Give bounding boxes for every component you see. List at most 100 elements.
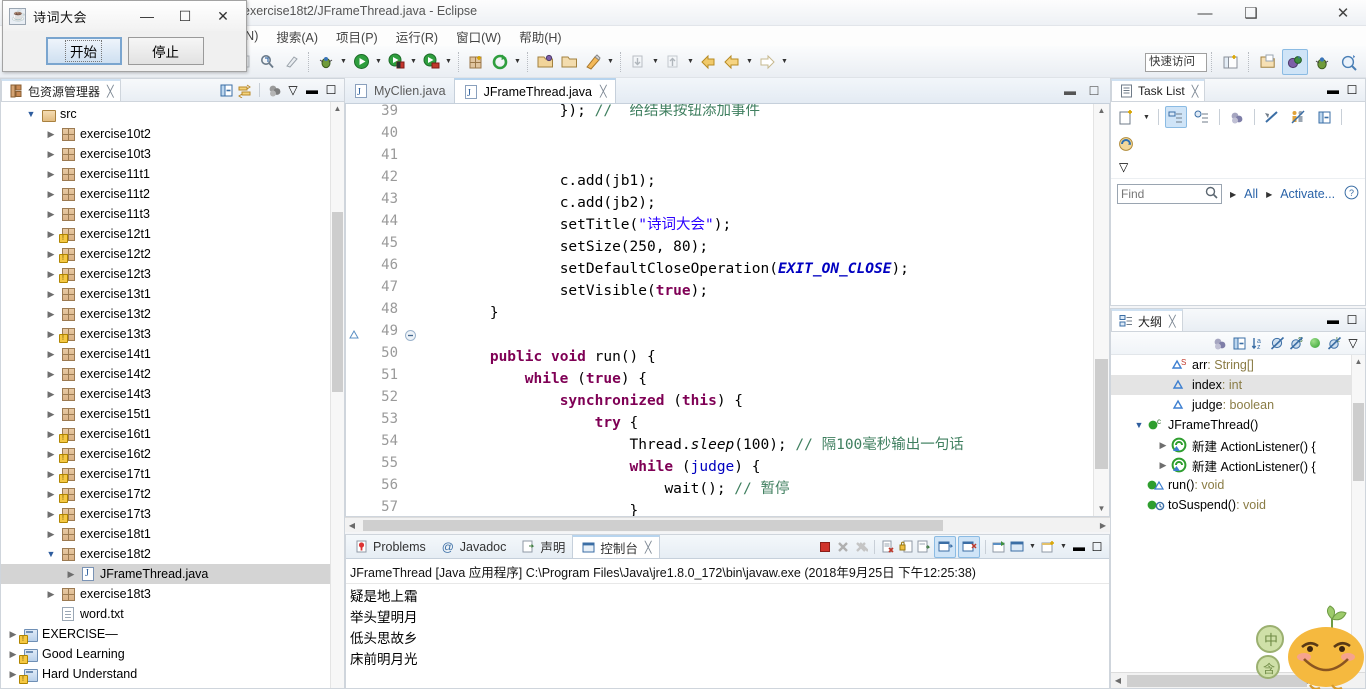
tree-row[interactable]: ▶! exercise13t3 bbox=[1, 324, 344, 344]
tree-row[interactable]: ▶ JFrameThread.java bbox=[1, 564, 344, 584]
show-console-on-output-icon[interactable] bbox=[934, 535, 956, 558]
tree-row[interactable]: ▶ exercise18t1 bbox=[1, 524, 344, 544]
menu-item-window[interactable]: 窗口(W) bbox=[447, 27, 510, 46]
collapse-all-icon[interactable] bbox=[1231, 335, 1247, 351]
synchronize-icon[interactable] bbox=[1115, 133, 1137, 155]
back-dropdown-icon[interactable]: ▼ bbox=[744, 50, 755, 74]
remove-launch-icon[interactable] bbox=[835, 539, 851, 555]
help-icon[interactable]: ? bbox=[1344, 185, 1359, 203]
scroll-lock-icon[interactable] bbox=[898, 539, 914, 555]
new-task-dropdown-icon[interactable]: ▼ bbox=[1141, 105, 1152, 129]
maximize-editor-icon[interactable]: ☐ bbox=[1086, 83, 1102, 99]
prev-annotation-icon[interactable] bbox=[661, 50, 685, 74]
pin-console-icon[interactable] bbox=[991, 539, 1007, 555]
collapse-all-icon[interactable] bbox=[1313, 106, 1335, 128]
chevron-right-icon[interactable]: ▶ bbox=[43, 184, 59, 204]
minimize-view-icon[interactable]: ▬ bbox=[1325, 312, 1341, 328]
chevron-right-icon[interactable]: ▶ bbox=[43, 484, 59, 504]
activate-expand-icon[interactable]: ▶ bbox=[1266, 190, 1272, 199]
scroll-left-icon[interactable]: ◀ bbox=[345, 518, 359, 533]
editor-horizontal-scrollbar[interactable]: ◀ ▶ bbox=[345, 517, 1110, 532]
stop-button[interactable]: 停止 bbox=[127, 37, 204, 65]
focus-on-workweek-icon[interactable] bbox=[1261, 106, 1283, 128]
scroll-down-icon[interactable]: ▼ bbox=[1352, 658, 1365, 672]
run-external-dropdown-icon[interactable]: ▼ bbox=[408, 50, 419, 74]
minimize-icon[interactable]: — bbox=[128, 8, 166, 24]
show-console-on-error-icon[interactable] bbox=[958, 535, 980, 558]
tree-row[interactable]: ▶ exercise18t3 bbox=[1, 584, 344, 604]
chevron-right-icon[interactable]: ▶ bbox=[43, 424, 59, 444]
chevron-right-icon[interactable]: ▶ bbox=[43, 464, 59, 484]
run-server-icon[interactable] bbox=[419, 50, 443, 74]
tree-row[interactable]: ▶! Hard Understand bbox=[1, 664, 344, 684]
terminate-icon[interactable] bbox=[817, 539, 833, 555]
perspective-debug-icon[interactable] bbox=[1309, 49, 1335, 75]
minimize-icon[interactable]: — bbox=[1182, 0, 1228, 26]
maximize-view-icon[interactable]: ☐ bbox=[1344, 82, 1360, 98]
chevron-right-icon[interactable]: ▶ bbox=[1155, 435, 1171, 455]
minimize-view-icon[interactable]: ▬ bbox=[1071, 539, 1087, 555]
chevron-right-icon[interactable]: ▶ bbox=[43, 244, 59, 264]
next-annotation-dropdown-icon[interactable]: ▼ bbox=[650, 50, 661, 74]
scheduled-mode-icon[interactable] bbox=[1191, 106, 1213, 128]
tree-row[interactable]: ▶ exercise10t3 bbox=[1, 144, 344, 164]
tab-jframethread-java[interactable]: J JFrameThread.java ╳ bbox=[453, 78, 616, 103]
back-history-icon[interactable] bbox=[696, 50, 720, 74]
chevron-right-icon[interactable]: ▶ bbox=[43, 344, 59, 364]
tree-row[interactable]: ▶! exercise16t2 bbox=[1, 444, 344, 464]
filter-expand-icon[interactable]: ▶ bbox=[1230, 190, 1236, 199]
outline-scrollbar[interactable]: ▲ ▼ bbox=[1351, 355, 1365, 672]
close-icon[interactable]: ✕ bbox=[1320, 0, 1366, 26]
scroll-thumb[interactable] bbox=[332, 212, 343, 392]
tab-javadoc[interactable]: @ Javadoc bbox=[433, 535, 514, 558]
start-button[interactable]: 开始 bbox=[45, 37, 122, 65]
maximize-view-icon[interactable]: ☐ bbox=[323, 82, 339, 98]
hide-non-public-icon[interactable] bbox=[1307, 335, 1323, 351]
sort-alphabetically-icon[interactable]: az bbox=[1250, 335, 1266, 351]
chevron-right-icon[interactable]: ▶ bbox=[43, 404, 59, 424]
minimize-editor-icon[interactable]: ▬ bbox=[1062, 83, 1078, 99]
console-output[interactable]: 疑是地上霜 举头望明月 低头思故乡 床前明月光 bbox=[346, 584, 1109, 688]
presentation-icon[interactable] bbox=[1212, 335, 1228, 351]
run-external-icon[interactable] bbox=[384, 50, 408, 74]
close-icon[interactable]: ╳ bbox=[600, 85, 607, 98]
chevron-down-icon[interactable]: ▼ bbox=[23, 104, 39, 124]
search-icon[interactable] bbox=[1205, 186, 1218, 202]
collapse-all-icon[interactable] bbox=[218, 82, 234, 98]
filter-all-link[interactable]: All bbox=[1244, 187, 1258, 201]
chevron-right-icon[interactable]: ▶ bbox=[43, 524, 59, 544]
package-explorer-scrollbar[interactable]: ▲ bbox=[330, 102, 344, 688]
chevron-right-icon[interactable]: ▶ bbox=[43, 304, 59, 324]
view-menu-icon[interactable]: ▽ bbox=[1115, 159, 1361, 175]
fold-collapse-icon[interactable] bbox=[404, 324, 416, 346]
chevron-right-icon[interactable]: ▶ bbox=[43, 384, 59, 404]
chevron-right-icon[interactable]: ▶ bbox=[43, 124, 59, 144]
editor-vertical-scrollbar[interactable]: ▲ ▼ bbox=[1093, 104, 1109, 516]
tree-row[interactable]: ▶ exercise14t3 bbox=[1, 384, 344, 404]
run-dropdown-icon[interactable]: ▼ bbox=[373, 50, 384, 74]
presentation-icon[interactable] bbox=[1226, 106, 1248, 128]
perspective-browser-icon[interactable] bbox=[1336, 49, 1362, 75]
close-icon[interactable]: ╳ bbox=[1169, 315, 1176, 328]
marker-dropdown-icon[interactable]: ▼ bbox=[605, 50, 616, 74]
chevron-right-icon[interactable]: ▶ bbox=[43, 284, 59, 304]
view-menu-filters-icon[interactable] bbox=[266, 82, 282, 98]
menu-item-help[interactable]: 帮助(H) bbox=[510, 27, 570, 46]
tree-row[interactable]: ▶ exercise15t1 bbox=[1, 404, 344, 424]
folding-ruler[interactable] bbox=[404, 104, 416, 516]
new-task-icon[interactable] bbox=[1115, 106, 1137, 128]
tree-row[interactable]: ▶ exercise13t1 bbox=[1, 284, 344, 304]
categorized-mode-icon[interactable] bbox=[1165, 106, 1187, 128]
tree-row[interactable]: ▼ src bbox=[1, 104, 344, 124]
tree-row[interactable]: ▶ exercise10t2 bbox=[1, 124, 344, 144]
outline-item[interactable]: ▼ c JFrameThread() bbox=[1111, 415, 1365, 435]
tree-row[interactable]: ▼ exercise18t2 bbox=[1, 544, 344, 564]
new-package-icon[interactable] bbox=[464, 50, 488, 74]
activate-link[interactable]: Activate... bbox=[1280, 187, 1335, 201]
chevron-right-icon[interactable]: ▶ bbox=[43, 444, 59, 464]
scroll-thumb[interactable] bbox=[1127, 675, 1307, 687]
scroll-up-icon[interactable]: ▲ bbox=[331, 102, 344, 116]
tree-row[interactable]: ▶ exercise11t3 bbox=[1, 204, 344, 224]
scroll-thumb[interactable] bbox=[1353, 403, 1364, 481]
clear-console-icon[interactable] bbox=[880, 539, 896, 555]
